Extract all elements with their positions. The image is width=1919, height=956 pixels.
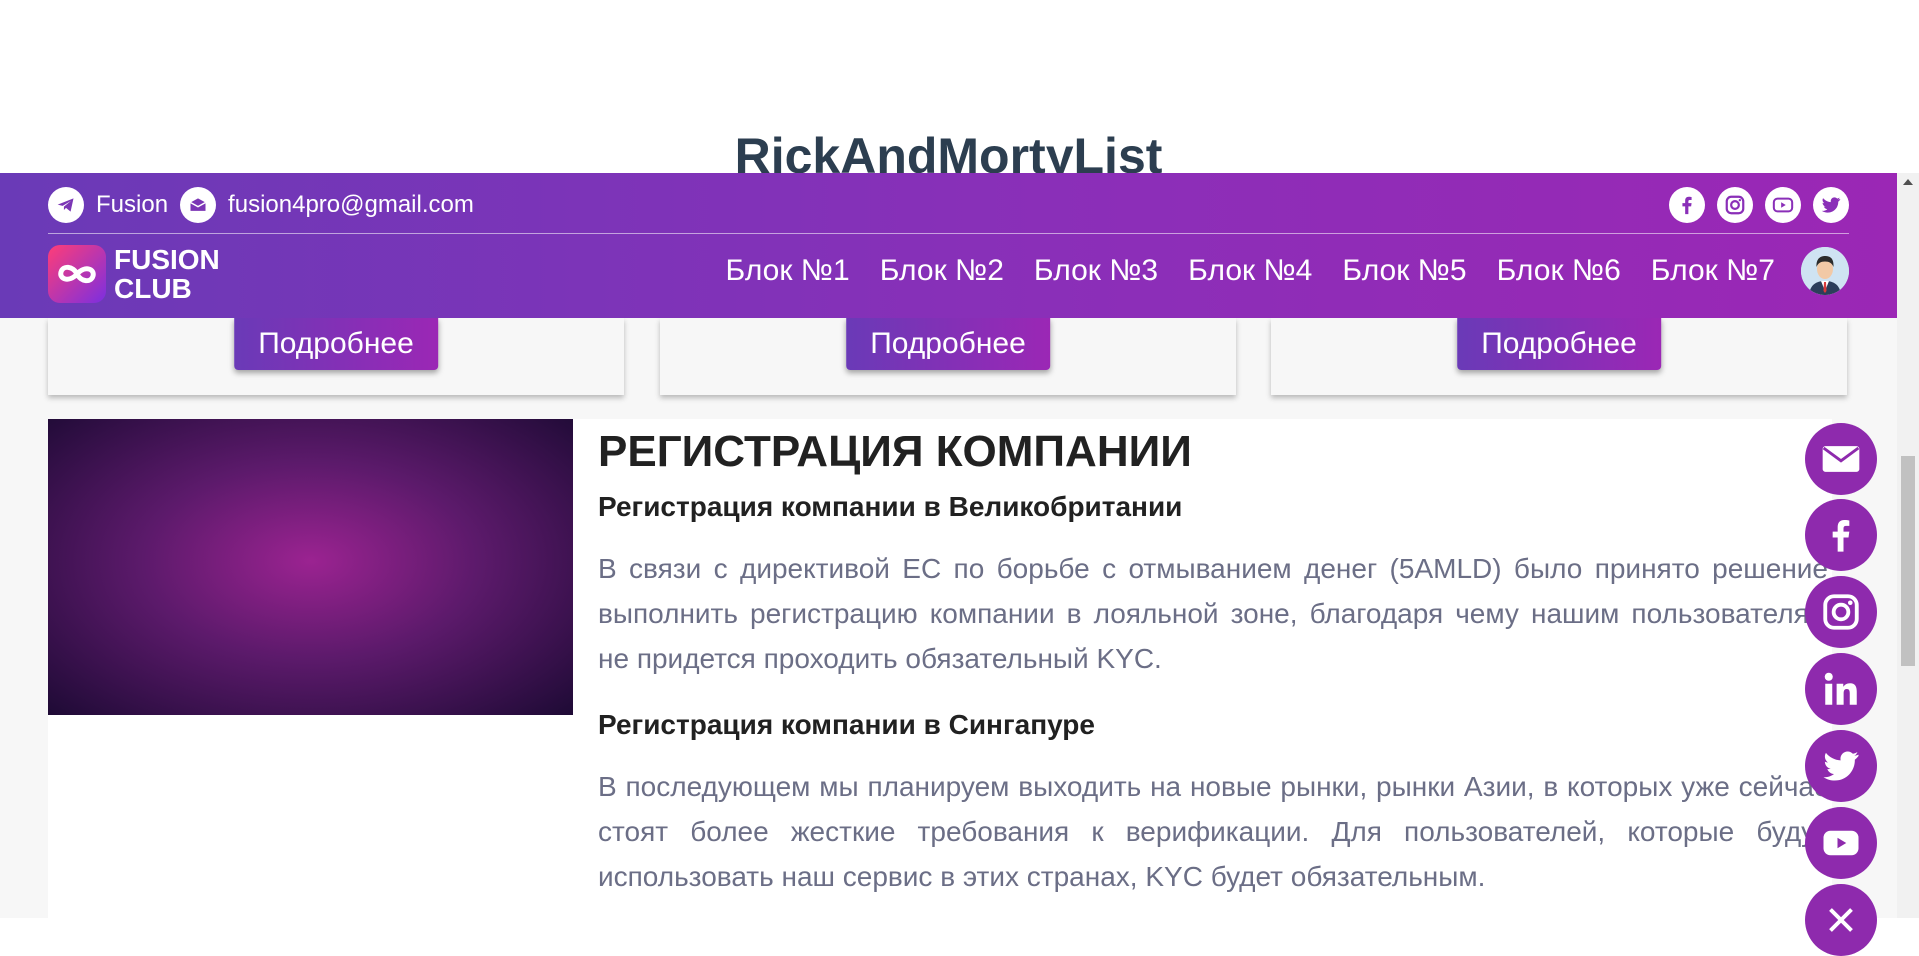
page-scrollbar[interactable] — [1897, 173, 1919, 918]
paragraph-singapore: В последующем мы планируем выходить на н… — [598, 771, 1828, 892]
more-button-2[interactable]: Подробнее — [846, 318, 1050, 370]
twitter-icon[interactable] — [1805, 730, 1877, 802]
telegram-link[interactable]: Fusion — [96, 191, 168, 219]
close-icon[interactable] — [1805, 884, 1877, 956]
site-header: Fusion fusion4pro@gmail.com FUSION CLUB … — [0, 173, 1897, 318]
youtube-icon[interactable] — [1805, 807, 1877, 879]
nav-item-block-5[interactable]: Блок №5 — [1342, 254, 1466, 288]
nav-menu: Блок №1 Блок №2 Блок №3 Блок №4 Блок №5 … — [695, 247, 1849, 295]
linkedin-icon[interactable] — [1805, 653, 1877, 725]
user-avatar[interactable] — [1801, 247, 1849, 295]
article-text: РЕГИСТРАЦИЯ КОМПАНИИ Регистрация компани… — [598, 419, 1828, 899]
infinity-logo-icon — [48, 245, 106, 303]
scrollbar-thumb[interactable] — [1901, 456, 1915, 666]
mail-icon[interactable] — [180, 187, 217, 223]
nav-item-block-3[interactable]: Блок №3 — [1034, 254, 1158, 288]
telegram-icon[interactable] — [48, 187, 84, 223]
instagram-icon[interactable] — [1805, 576, 1877, 648]
article-image — [48, 419, 573, 715]
more-button-1[interactable]: Подробнее — [234, 318, 438, 370]
email-link[interactable]: fusion4pro@gmail.com — [228, 191, 474, 219]
logo-line-1: FUSION — [114, 244, 220, 275]
nav-item-block-2[interactable]: Блок №2 — [880, 254, 1004, 288]
nav-item-block-6[interactable]: Блок №6 — [1497, 254, 1621, 288]
nav-item-block-4[interactable]: Блок №4 — [1188, 254, 1312, 288]
facebook-icon[interactable] — [1669, 187, 1705, 223]
main-navbar: FUSION CLUB Блок №1 Блок №2 Блок №3 Блок… — [48, 233, 1849, 318]
logo[interactable]: FUSION CLUB — [48, 245, 220, 303]
subheading-uk: Регистрация компании в Великобритании — [598, 491, 1183, 522]
header-topbar: Fusion fusion4pro@gmail.com — [48, 173, 1849, 234]
contact-bar: Fusion fusion4pro@gmail.com — [48, 187, 486, 223]
facebook-icon[interactable] — [1805, 499, 1877, 571]
email-icon[interactable] — [1805, 423, 1877, 495]
logo-line-2: CLUB — [114, 273, 192, 304]
nav-item-block-1[interactable]: Блок №1 — [725, 254, 849, 288]
youtube-icon[interactable] — [1765, 187, 1801, 223]
paragraph-uk: В связи с директивой ЕС по борьбе с отмы… — [598, 553, 1828, 674]
nav-item-block-7[interactable]: Блок №7 — [1651, 254, 1775, 288]
subheading-singapore: Регистрация компании в Сингапуре — [598, 709, 1095, 740]
section-heading: РЕГИСТРАЦИЯ КОМПАНИИ — [598, 427, 1192, 476]
company-registration-section: РЕГИСТРАЦИЯ КОМПАНИИ Регистрация компани… — [48, 419, 1832, 918]
more-button-3[interactable]: Подробнее — [1457, 318, 1661, 370]
scroll-up-arrow-icon[interactable] — [1903, 179, 1913, 185]
feature-card-1: Подробнее — [48, 318, 624, 395]
instagram-icon[interactable] — [1717, 187, 1753, 223]
feature-card-2: Подробнее — [660, 318, 1236, 395]
logo-text: FUSION CLUB — [114, 245, 220, 303]
twitter-icon[interactable] — [1813, 187, 1849, 223]
feature-card-3: Подробнее — [1271, 318, 1847, 395]
header-social-links — [1669, 187, 1849, 223]
